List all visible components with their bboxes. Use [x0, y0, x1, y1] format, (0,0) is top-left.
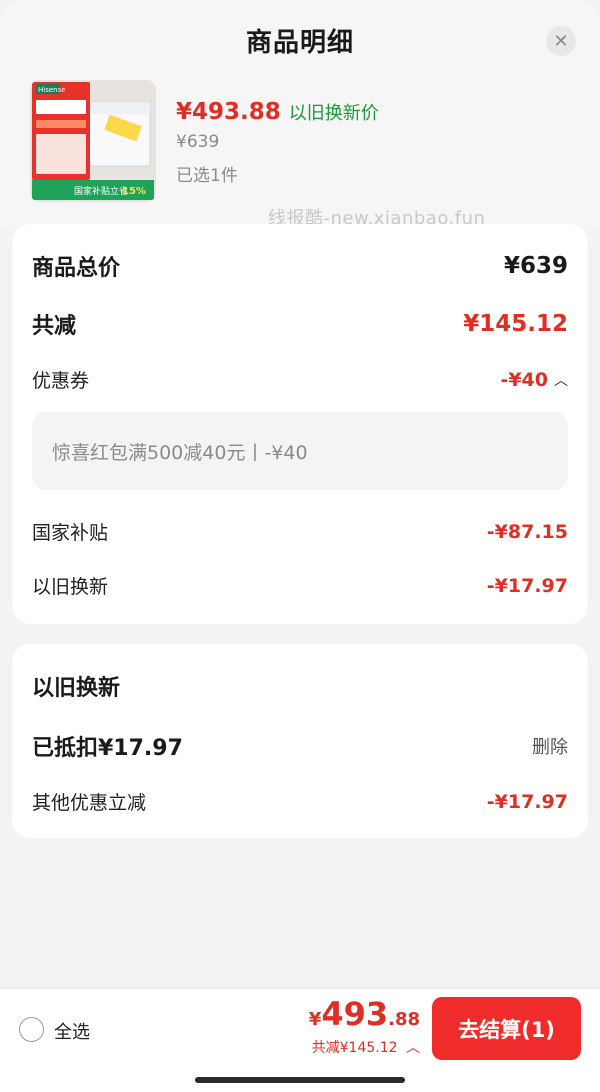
- original-price: ¥639: [176, 132, 220, 152]
- total-reduce-row: 共减 ¥145.12: [32, 308, 568, 340]
- close-button[interactable]: ✕: [546, 26, 576, 56]
- checkout-button[interactable]: 去结算(1): [432, 997, 581, 1060]
- select-all-label[interactable]: 全选: [54, 1018, 90, 1044]
- chevron-up-icon: ︿: [406, 1040, 420, 1056]
- price-summary-card: 商品总价 ¥639 共减 ¥145.12 优惠券 -¥40 ︿ 惊喜红包满500…: [12, 224, 588, 624]
- subsidy-row: 国家补贴 -¥87.15: [32, 518, 568, 545]
- chevron-up-icon[interactable]: ︿: [554, 370, 568, 390]
- svg-text:15%: 15%: [122, 186, 146, 197]
- subsidy-value: -¥87.15: [486, 520, 568, 543]
- delete-button[interactable]: 删除: [532, 733, 568, 759]
- checkout-total-price: ¥ 493 .88: [309, 995, 420, 1033]
- product-thumbnail[interactable]: Hisense 国家补贴立省 15%: [30, 80, 156, 202]
- deducted-amount: 已抵扣¥17.97: [32, 736, 183, 761]
- total-price-label: 商品总价: [32, 256, 121, 281]
- selected-count: 已选1件: [176, 166, 238, 186]
- tradein-label: 以旧换新: [32, 576, 109, 598]
- coupon-label: 优惠券: [32, 370, 90, 392]
- total-price-row: 商品总价 ¥639: [32, 250, 568, 282]
- coupon-row[interactable]: 优惠券 -¥40 ︿: [32, 366, 568, 393]
- tradein-value: -¥17.97: [486, 574, 568, 597]
- svg-text:国家补贴立省: 国家补贴立省: [74, 185, 128, 197]
- tradein-card: 以旧换新 已抵扣¥17.97 删除 其他优惠立减 -¥17.97: [12, 644, 588, 838]
- other-discount-value: -¥17.97: [486, 790, 568, 813]
- tradein-price-label: 以旧换新价: [288, 103, 379, 124]
- subsidy-label: 国家补贴: [32, 522, 109, 544]
- deducted-row: 已抵扣¥17.97 删除: [32, 730, 568, 762]
- total-reduce-label: 共减: [32, 314, 77, 339]
- checkout-saving[interactable]: 共减¥145.12 ︿: [312, 1037, 420, 1057]
- page-title: 商品明细: [245, 28, 354, 58]
- coupon-value: -¥40: [500, 368, 548, 391]
- svg-text:Hisense: Hisense: [38, 86, 66, 94]
- other-discount-label: 其他优惠立减: [32, 792, 147, 814]
- price-currency: ¥: [308, 1009, 322, 1030]
- price-integer: 493: [321, 995, 389, 1033]
- product-price: ¥493.88: [176, 99, 281, 125]
- price-decimal: .88: [388, 1009, 420, 1030]
- tradein-title: 以旧换新: [32, 676, 121, 701]
- close-icon: ✕: [553, 30, 569, 52]
- product-price-row: ¥493.88 以旧换新价: [176, 99, 379, 125]
- product-image: Hisense 国家补贴立省 15%: [30, 80, 156, 202]
- total-reduce-value: ¥145.12: [463, 311, 568, 337]
- select-all-checkbox[interactable]: [19, 1017, 44, 1042]
- checkout-saving-text: 共减¥145.12: [311, 1040, 398, 1056]
- other-discount-row: 其他优惠立减 -¥17.97: [32, 788, 568, 815]
- coupon-detail[interactable]: 惊喜红包满500减40元丨-¥40: [32, 412, 568, 490]
- home-indicator: [195, 1077, 405, 1083]
- total-price-value: ¥639: [503, 253, 568, 279]
- tradein-row: 以旧换新 -¥17.97: [32, 572, 568, 599]
- tradein-title-row: 以旧换新: [32, 670, 568, 702]
